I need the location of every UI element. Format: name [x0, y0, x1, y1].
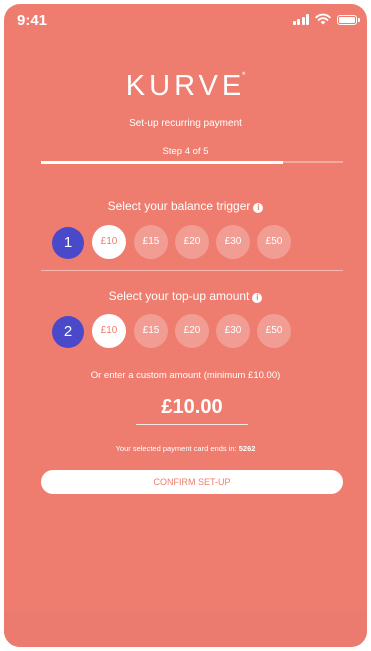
card-last4: 5262	[238, 444, 256, 453]
bottom-band	[4, 611, 367, 647]
status-time: 9:41	[17, 12, 48, 29]
topup-options-row: 2 £10 £15 £20 £30 £50	[4, 314, 367, 350]
wifi-icon	[315, 13, 331, 25]
card-note-text: Your selected payment card ends in:	[115, 444, 237, 453]
trigger-option[interactable]: £20	[175, 225, 209, 259]
signal-icon	[292, 14, 309, 25]
logo-mark: *	[242, 70, 246, 80]
topup-section-title: Select your top-up amount i	[4, 289, 367, 303]
page-subtitle: Set-up recurring payment	[129, 118, 242, 129]
progress-track	[41, 160, 343, 164]
trigger-option[interactable]: £15	[134, 225, 168, 259]
topup-title: Select your top-up amount	[108, 289, 250, 303]
step-marker-2: 2	[52, 316, 84, 348]
custom-amount-label: Or enter a custom amount (minimum £10.00…	[90, 370, 281, 381]
step-label: Step 4 of 5	[162, 146, 209, 157]
custom-amount-input[interactable]: £10.00	[136, 396, 248, 425]
trigger-section-title: Select your balance trigger i	[4, 199, 367, 213]
status-icons	[292, 13, 360, 25]
topup-option[interactable]: £10	[92, 314, 126, 348]
battery-icon	[337, 15, 360, 25]
status-bar: 9:41	[4, 4, 367, 34]
info-icon[interactable]: i	[253, 203, 264, 213]
step-marker-1: 1	[52, 227, 84, 259]
trigger-option[interactable]: £10	[92, 225, 126, 259]
trigger-title: Select your balance trigger	[107, 199, 251, 213]
progress-fill	[41, 160, 283, 164]
phone-screen: 9:41 KURVE * Set-up recurring payment St…	[4, 4, 367, 647]
kurve-logo: KURVE	[125, 70, 246, 102]
topup-option[interactable]: £15	[134, 314, 168, 348]
info-icon[interactable]: i	[252, 293, 263, 303]
card-note: Your selected payment card ends in: 5262	[4, 444, 367, 453]
topup-option[interactable]: £50	[257, 314, 291, 348]
trigger-options-row: 1 £10 £15 £20 £30 £50	[4, 225, 367, 261]
confirm-setup-button[interactable]: CONFIRM SET-UP	[41, 470, 343, 494]
trigger-option[interactable]: £50	[257, 225, 291, 259]
trigger-option[interactable]: £30	[216, 225, 250, 259]
topup-option[interactable]: £30	[216, 314, 250, 348]
section-divider	[41, 270, 343, 271]
topup-option[interactable]: £20	[175, 314, 209, 348]
